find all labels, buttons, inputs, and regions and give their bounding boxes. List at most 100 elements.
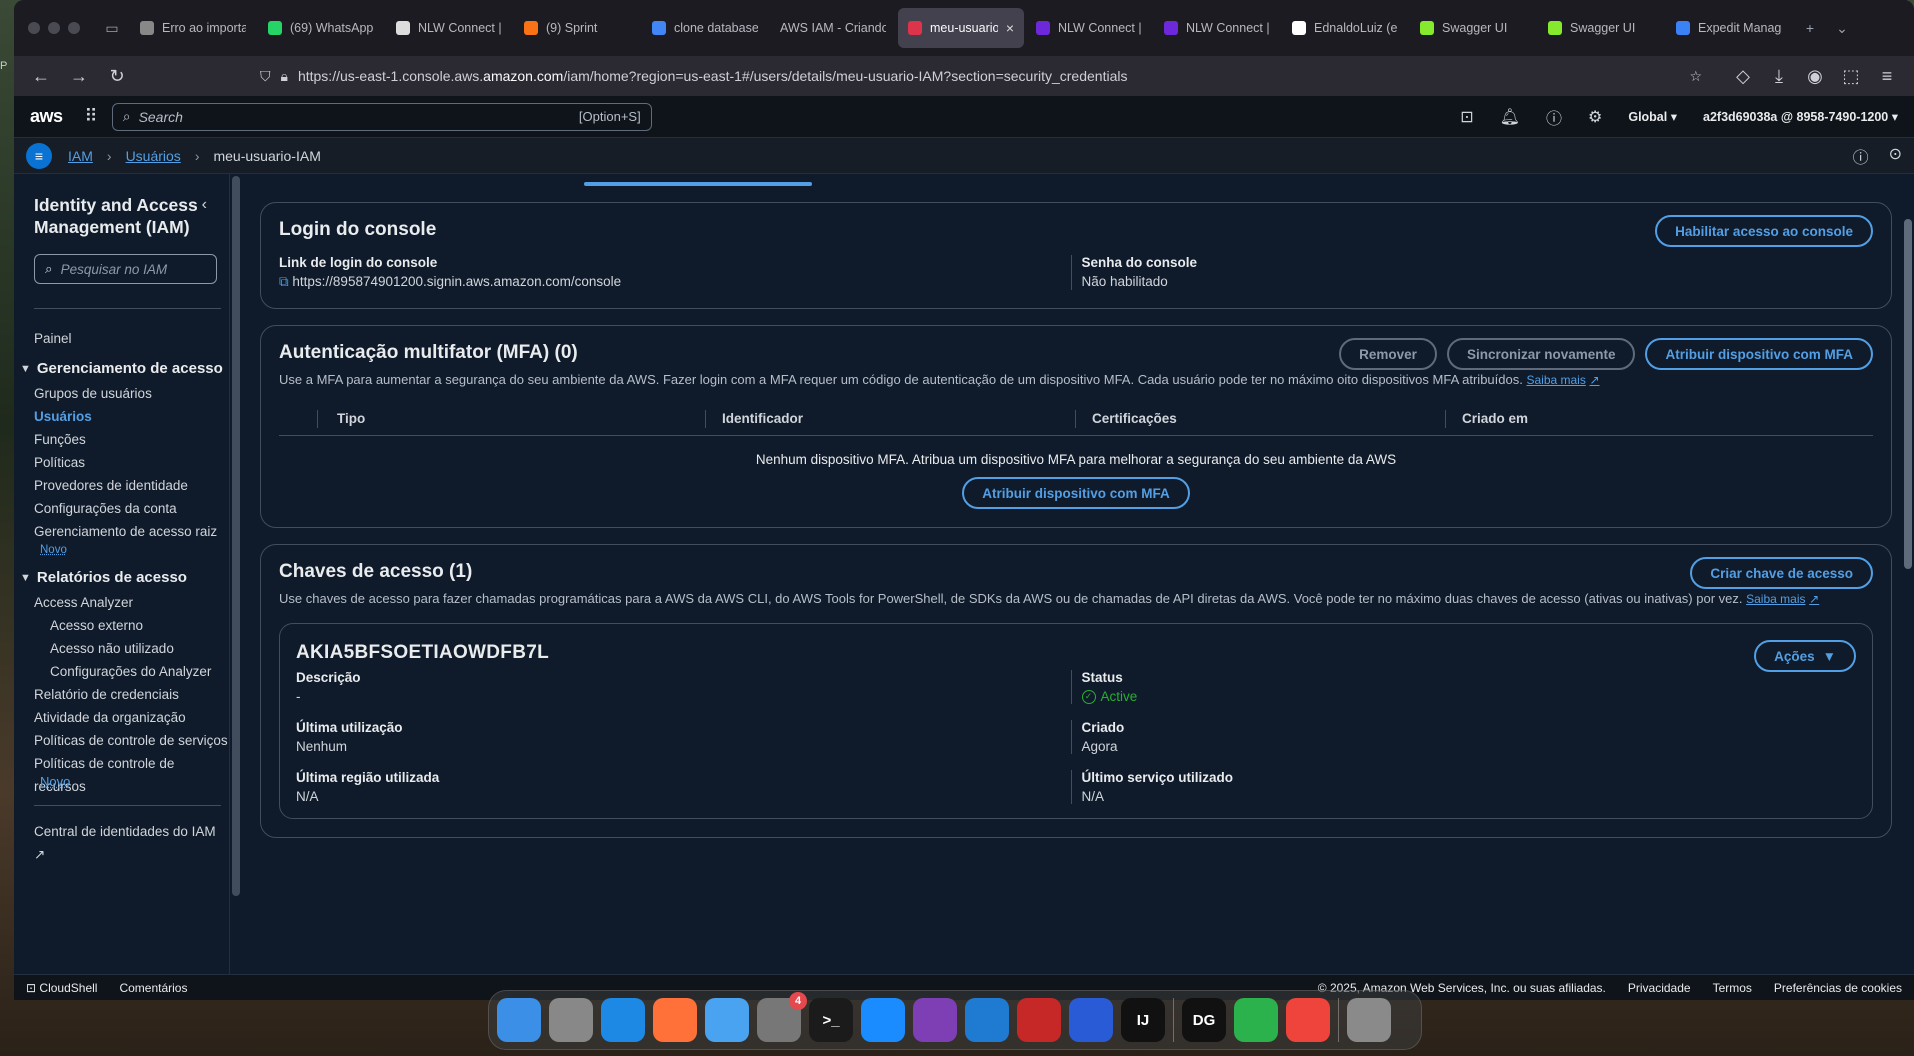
sidebar-item-rcp[interactable]: Políticas de controle de recursos <box>34 752 229 794</box>
dock-numbers-icon[interactable] <box>1234 998 1278 1042</box>
copy-icon[interactable]: ⧉ <box>279 274 289 289</box>
dock-trash-icon[interactable] <box>1347 998 1391 1042</box>
sidebar-item-roles[interactable]: Funções <box>34 428 229 451</box>
back-icon[interactable]: ← <box>24 60 58 92</box>
sidebar-search-input[interactable]: ⌕ Pesquisar no IAM <box>34 254 217 284</box>
dock-datagrip-icon[interactable]: DG <box>1182 998 1226 1042</box>
browser-tab[interactable]: Expedit Manage <box>1666 8 1792 48</box>
tab-close-icon[interactable]: × <box>1006 20 1014 36</box>
help-icon[interactable]: ⓘ <box>1546 105 1562 129</box>
sidebar-item-access-analyzer[interactable]: Access Analyzer <box>34 591 229 614</box>
sidebar-item-analyzer-settings[interactable]: Configurações do Analyzer <box>34 660 229 683</box>
sidebar-item-scp[interactable]: Políticas de controle de serviços <box>34 729 229 752</box>
breadcrumb-iam[interactable]: IAM <box>68 148 93 164</box>
account-menu[interactable]: a2f3d69038a @ 8958-7490-1200 ▾ <box>1703 109 1898 124</box>
aws-search-input[interactable]: ⌕ Search [Option+S] <box>111 102 652 131</box>
sidebar-section-access-management[interactable]: ▼ Gerenciamento de acesso <box>20 356 229 382</box>
tab-list-chevron-icon[interactable]: ⌄ <box>1828 14 1856 42</box>
content-scrollbar[interactable] <box>1902 174 1914 974</box>
assign-mfa-button[interactable]: Atribuir dispositivo com MFA <box>1645 338 1873 370</box>
sidebar-item-painel[interactable]: Painel <box>34 327 229 350</box>
account-icon[interactable]: ◉ <box>1798 60 1832 92</box>
sidebar-item-unused-access[interactable]: Acesso não utilizado <box>34 637 229 660</box>
sidebar-item-policies[interactable]: Políticas <box>34 451 229 474</box>
browser-tab[interactable]: NLW Connect | <box>1026 8 1152 48</box>
feedback-link[interactable]: Comentários <box>119 981 187 995</box>
bookmark-star-icon[interactable]: ☆ <box>1689 68 1702 85</box>
dock-github-desktop-icon[interactable] <box>913 998 957 1042</box>
mfa-learn-more-link[interactable]: Saiba mais <box>1526 373 1585 387</box>
dock-finder-icon[interactable] <box>497 998 541 1042</box>
browser-tab[interactable]: (69) WhatsApp <box>258 8 384 48</box>
breadcrumb-users[interactable]: Usuários <box>126 148 181 164</box>
region-selector[interactable]: Global ▾ <box>1628 109 1677 124</box>
assign-mfa-empty-button[interactable]: Atribuir dispositivo com MFA <box>962 477 1190 509</box>
mfa-resync-button[interactable]: Sincronizar novamente <box>1446 338 1636 370</box>
sidebar-item-identity-center[interactable]: Central de identidades do IAM ↗ <box>34 820 229 862</box>
create-access-key-button[interactable]: Criar chave de acesso <box>1690 557 1873 589</box>
tab-security-credentials-indicator[interactable] <box>584 182 812 186</box>
new-tab-icon[interactable]: + <box>1796 14 1824 42</box>
mfa-remove-button[interactable]: Remover <box>1339 338 1437 370</box>
dock-intellij-icon[interactable]: IJ <box>1121 998 1165 1042</box>
dock-mail-icon[interactable] <box>705 998 749 1042</box>
sidebar-item-external-access[interactable]: Acesso externo <box>34 614 229 637</box>
extensions-icon[interactable]: ⬚ <box>1834 60 1868 92</box>
tab-overview-icon[interactable]: ▭ <box>98 14 126 42</box>
column-created[interactable]: Criado em <box>1445 409 1873 428</box>
side-nav-toggle-icon[interactable]: ≡ <box>26 142 52 169</box>
browser-tab[interactable]: clone database <box>642 8 768 48</box>
dock-system-settings-icon[interactable]: 4 <box>757 992 807 1042</box>
sidebar-item-account-settings[interactable]: Configurações da conta <box>34 497 229 520</box>
url-bar[interactable]: ⛉ 🔒︎ https://us-east-1.console.aws.amazo… <box>248 60 1714 92</box>
enable-console-access-button[interactable]: Habilitar acesso ao console <box>1655 215 1873 247</box>
cloudshell-link[interactable]: ⊡ CloudShell <box>26 981 97 995</box>
access-keys-learn-more-link[interactable]: Saiba mais <box>1746 592 1805 606</box>
cloudshell-icon[interactable]: ⊡ <box>1460 107 1473 127</box>
browser-tab[interactable]: NLW Connect | <box>1154 8 1280 48</box>
browser-tab[interactable]: (9) Sprint <box>514 8 640 48</box>
dock-safari-icon[interactable] <box>601 998 645 1042</box>
reload-icon[interactable]: ↻ <box>100 60 134 92</box>
browser-tab[interactable]: meu-usuario × <box>898 8 1024 48</box>
window-controls[interactable] <box>28 22 80 34</box>
column-certifications[interactable]: Certificações <box>1075 409 1445 428</box>
services-grid-icon[interactable]: ⠿ <box>85 106 98 127</box>
dock-vscode-icon[interactable] <box>965 998 1009 1042</box>
dock-anydesk-icon[interactable] <box>1286 998 1330 1042</box>
notifications-bell-icon[interactable]: 🔔︎ <box>1500 107 1520 127</box>
dock-terminal-icon[interactable]: >_ <box>809 998 853 1042</box>
downloads-icon[interactable]: ⤓ <box>1762 60 1796 92</box>
dock-app-store-icon[interactable] <box>861 998 905 1042</box>
column-identifier[interactable]: Identificador <box>705 409 1075 428</box>
feedback-icon[interactable]: ⊙ <box>1889 144 1902 168</box>
key-actions-button[interactable]: Ações ▼ <box>1754 640 1856 672</box>
dock-firefox-dev-icon[interactable] <box>1069 998 1113 1042</box>
browser-tab[interactable]: EdnaldoLuiz (e <box>1282 8 1408 48</box>
sidebar-item-org-activity[interactable]: Atividade da organização <box>34 706 229 729</box>
browser-tab[interactable]: Erro ao importa <box>130 8 256 48</box>
cookie-preferences-link[interactable]: Preferências de cookies <box>1774 981 1902 995</box>
browser-tab[interactable]: AWS IAM - Criando <box>770 8 896 48</box>
sidebar-item-identity-providers[interactable]: Provedores de identidade <box>34 474 229 497</box>
aws-logo[interactable]: aws <box>30 106 63 127</box>
pocket-icon[interactable]: ◇ <box>1726 60 1760 92</box>
sidebar-item-root-access[interactable]: Gerenciamento de acesso raiz <box>34 520 229 543</box>
forward-icon[interactable]: → <box>62 60 96 92</box>
console-link-value[interactable]: ⧉ https://895874901200.signin.aws.amazon… <box>279 274 1071 290</box>
info-icon[interactable]: ⓘ <box>1853 144 1869 168</box>
privacy-link[interactable]: Privacidade <box>1628 981 1691 995</box>
menu-icon[interactable]: ≡ <box>1870 60 1904 92</box>
sidebar-item-credential-report[interactable]: Relatório de credenciais <box>34 683 229 706</box>
sidebar-item-user-groups[interactable]: Grupos de usuários <box>34 382 229 405</box>
dock-database-icon[interactable] <box>1017 998 1061 1042</box>
browser-tab[interactable]: Swagger UI <box>1410 8 1536 48</box>
dock-firefox-icon[interactable] <box>653 998 697 1042</box>
browser-tab[interactable]: NLW Connect | <box>386 8 512 48</box>
sidebar-close-icon[interactable]: ‹ <box>202 196 207 214</box>
browser-tab[interactable]: Swagger UI <box>1538 8 1664 48</box>
column-type[interactable]: Tipo <box>337 410 705 428</box>
sidebar-scrollbar[interactable] <box>230 174 242 974</box>
settings-gear-icon[interactable]: ⚙ <box>1588 107 1602 127</box>
sidebar-section-access-reports[interactable]: ▼ Relatórios de acesso <box>20 565 229 591</box>
